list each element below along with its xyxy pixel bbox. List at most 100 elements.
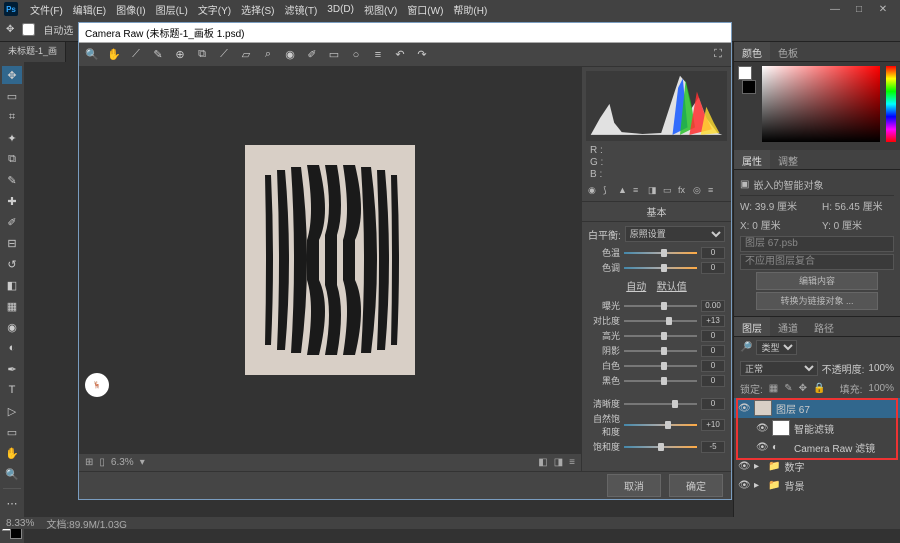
default-link[interactable]: 默认值 [657,282,687,293]
basic-tab-icon[interactable]: ◉ [588,185,600,197]
slider-value[interactable]: 0 [701,247,725,259]
stamp-tool[interactable]: ⊟ [2,234,22,252]
shape-tool[interactable]: ▭ [2,423,22,441]
slider-track[interactable] [624,263,697,273]
slider-track[interactable] [624,399,697,409]
hand-icon[interactable]: ✋ [107,48,121,62]
crop-icon[interactable]: ⧉ [195,48,209,62]
eraser-tool[interactable]: ◧ [2,276,22,294]
blend-select[interactable]: 正常 [740,361,818,376]
gradient-tool[interactable]: ▦ [2,297,22,315]
fullscreen-icon[interactable]: ⛶ [711,48,725,62]
target-icon[interactable]: ⊕ [173,48,187,62]
slider-track[interactable] [624,248,697,258]
minimize-icon[interactable]: — [826,2,844,16]
hsl-tab-icon[interactable]: ≡ [633,185,645,197]
hue-strip[interactable] [886,66,896,142]
slider-value[interactable]: 0 [701,360,725,372]
wb-select[interactable]: 原照设置 [625,226,725,242]
heal-tool[interactable]: ✚ [2,192,22,210]
slider-track[interactable] [624,442,697,452]
zoom-readout[interactable]: 6.3% [111,457,134,468]
color-fg-bg[interactable] [738,66,756,94]
slider-track[interactable] [624,420,697,430]
transform-icon[interactable]: ▱ [239,48,253,62]
menu-view[interactable]: 视图(V) [360,2,401,17]
document-tab[interactable]: 未标题-1_画 [0,42,66,62]
menu-select[interactable]: 选择(S) [237,2,278,17]
history-tool[interactable]: ↺ [2,255,22,273]
slider-track[interactable] [624,301,697,311]
pen-tool[interactable]: ✒ [2,360,22,378]
preset-tab-icon[interactable]: ≡ [708,185,720,197]
cancel-button[interactable]: 取消 [607,474,661,497]
convert-linked-button[interactable]: 转换为链接对象 ... [756,292,878,310]
adjustments-tab[interactable]: 调整 [770,150,806,169]
filter-select[interactable]: 类型 [756,340,797,355]
menu-layer[interactable]: 图层(L) [152,2,192,17]
menu-type[interactable]: 文字(Y) [194,2,235,17]
menu-file[interactable]: 文件(F) [26,2,67,17]
single-icon[interactable]: ▯ [99,457,105,468]
edit-toolbar[interactable]: ⋯ [2,494,22,512]
lock-pixel-icon[interactable]: ✎ [784,383,792,394]
layer-row[interactable]: 👁▸📁背景 [734,476,900,495]
lens-tab-icon[interactable]: ▭ [663,185,675,197]
menu-edit[interactable]: 编辑(E) [69,2,110,17]
brush-tool[interactable]: ✐ [2,213,22,231]
visibility-icon[interactable]: 👁 [738,480,750,491]
radfilt-icon[interactable]: ○ [349,48,363,62]
detail-tab-icon[interactable]: ▲ [618,185,630,197]
slider-value[interactable]: 0 [701,345,725,357]
zoom-dropdown-icon[interactable]: ▾ [140,457,145,468]
cr-canvas[interactable]: 🦌 [79,67,581,453]
slider-value[interactable]: +13 [701,315,725,327]
highlight-clip-icon[interactable]: ◨ [554,457,563,468]
paths-tab[interactable]: 路径 [806,317,842,336]
color-field[interactable] [762,66,880,142]
color-tab[interactable]: 颜色 [734,42,770,61]
maximize-icon[interactable]: □ [850,2,868,16]
auto-select-checkbox[interactable] [22,23,35,36]
redeye-icon[interactable]: ◉ [283,48,297,62]
adjbrush-icon[interactable]: ✐ [305,48,319,62]
ok-button[interactable]: 确定 [669,474,723,497]
menu-window[interactable]: 窗口(W) [403,2,447,17]
lasso-tool[interactable]: ⌗ [2,108,22,126]
dodge-tool[interactable]: ◐ [2,339,22,357]
curve-tab-icon[interactable]: ⟆ [603,185,615,197]
channels-tab[interactable]: 通道 [770,317,806,336]
split-tab-icon[interactable]: ◨ [648,185,660,197]
slider-value[interactable]: +10 [701,419,725,431]
slider-value[interactable]: 0 [701,398,725,410]
slider-value[interactable]: 0 [701,330,725,342]
marquee-tool[interactable]: ▭ [2,87,22,105]
slider-track[interactable] [624,316,697,326]
cr-menu-icon[interactable]: ≡ [569,457,575,468]
cal-tab-icon[interactable]: ◎ [693,185,705,197]
path-tool[interactable]: ▷ [2,402,22,420]
spot-icon[interactable]: ⌕ [261,48,275,62]
doc-zoom[interactable]: 8.33% [6,518,34,529]
menu-filter[interactable]: 滤镜(T) [281,2,322,17]
eyedrop-tool[interactable]: ✎ [2,171,22,189]
blur-tool[interactable]: ◉ [2,318,22,336]
slider-track[interactable] [624,361,697,371]
slider-track[interactable] [624,346,697,356]
grid-icon[interactable]: ⊞ [85,457,93,468]
wand-tool[interactable]: ✦ [2,129,22,147]
fill-value[interactable]: 100% [868,383,894,394]
swatches-tab[interactable]: 色板 [770,42,806,61]
layercomp-select[interactable]: 不应用图层复合 [740,254,894,270]
slider-value[interactable]: 0.00 [701,300,725,312]
shadow-clip-icon[interactable]: ◧ [538,457,547,468]
hand-tool[interactable]: ✋ [2,444,22,462]
slider-track[interactable] [624,331,697,341]
crop-tool[interactable]: ⧉ [2,150,22,168]
type-tool[interactable]: T [2,381,22,399]
slider-value[interactable]: 0 [701,375,725,387]
rotate-r-icon[interactable]: ↷ [415,48,429,62]
slider-track[interactable] [624,376,697,386]
sampler-icon[interactable]: ✎ [151,48,165,62]
zoom-tool[interactable]: 🔍 [2,465,22,483]
